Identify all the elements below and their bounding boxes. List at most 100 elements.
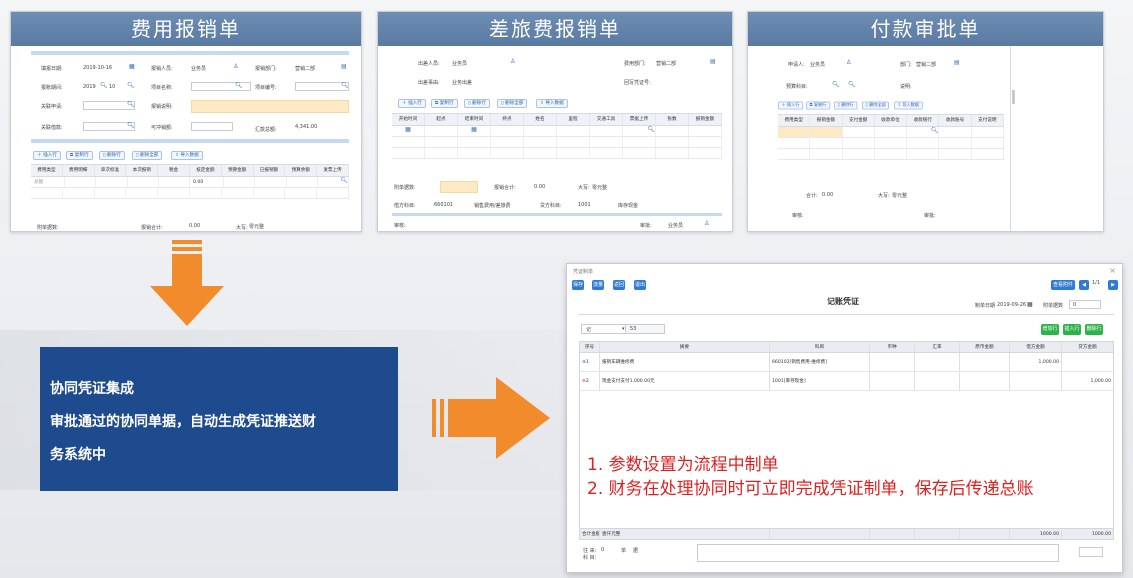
credit-code[interactable]: 1001	[578, 202, 591, 208]
column-header: 终点	[491, 114, 524, 125]
person-icon[interactable]: ♙	[510, 58, 515, 65]
exit-button[interactable]: 退出	[634, 280, 646, 290]
subject-cell[interactable]: 1001[库存现金]	[770, 372, 870, 390]
table-row[interactable]	[392, 137, 722, 148]
import-data-button[interactable]: ⇪ 导入数据	[536, 99, 568, 108]
search-icon[interactable]: 🔍︎	[100, 82, 108, 89]
table-cell[interactable]	[159, 177, 191, 187]
description-input[interactable]	[191, 100, 349, 113]
table-cell[interactable]	[96, 177, 128, 187]
dept-value[interactable]: 营销二部	[656, 60, 676, 67]
delete-row-button[interactable]: ▯ 删除行	[834, 101, 858, 110]
save-button[interactable]: 保存	[572, 280, 584, 290]
copy-row-button[interactable]: ⧉ 复制行	[806, 101, 830, 110]
debit-code[interactable]: 660101	[434, 202, 453, 208]
delete-all-button[interactable]: ▯ 删除全部	[132, 151, 163, 160]
person-icon[interactable]: ♙	[704, 220, 709, 227]
dept-picker-icon[interactable]: ▤	[954, 59, 960, 66]
table-cell[interactable]	[224, 177, 256, 187]
table-cell[interactable]: 总额	[31, 177, 66, 187]
delete-row-button[interactable]: ▯ 删除行	[464, 99, 490, 108]
add-row-button[interactable]: 增加行	[1041, 324, 1059, 335]
table-row[interactable]: 总额 0.00 🔍︎	[31, 177, 350, 188]
upload-icon[interactable]: 🔍︎	[318, 177, 350, 187]
table-row[interactable]: 🔍︎	[778, 127, 1004, 138]
back-button[interactable]: 返回	[613, 280, 625, 290]
fill-date-value[interactable]: 2019-10-16	[83, 65, 112, 71]
search-icon[interactable]: 🔍︎	[848, 81, 856, 88]
insert-row-button[interactable]: ＋ 插入行	[398, 99, 426, 108]
table-cell[interactable]	[287, 177, 318, 187]
delete-all-button[interactable]: ▯ 删除全部	[862, 101, 890, 110]
scrollbar[interactable]	[1012, 90, 1015, 104]
delete-row-button[interactable]: ▯ 删除行	[99, 151, 125, 160]
copy-row-button[interactable]: ⧉ 复制行	[66, 151, 93, 160]
attach-count-input[interactable]	[440, 181, 478, 193]
offset-input[interactable]	[191, 122, 233, 131]
summary-cell[interactable]: 现金支付支付1,000.00元	[600, 372, 770, 390]
delete-row-button[interactable]: 删除行	[1085, 324, 1103, 335]
insert-row-button[interactable]: ＋ 插入行	[33, 151, 61, 160]
search-icon[interactable]: 🔍︎	[127, 82, 135, 89]
small-button[interactable]	[1079, 547, 1103, 557]
person-icon[interactable]: ♙	[233, 63, 238, 70]
search-icon[interactable]: 🔍︎	[907, 127, 940, 137]
search-icon[interactable]: 🔍︎	[127, 122, 135, 129]
down-arrow-icon	[150, 240, 224, 326]
date-value[interactable]: 2019-09-26	[997, 302, 1026, 308]
next-page-button[interactable]: ▶	[1108, 280, 1118, 290]
upload-icon[interactable]: 🔍︎	[623, 126, 656, 136]
import-data-button[interactable]: ⇪ 导入数据	[171, 151, 203, 160]
table-row[interactable]	[778, 149, 1004, 160]
search-icon[interactable]: 🔍︎	[832, 81, 840, 88]
upper-value: 零元整	[592, 185, 608, 191]
dept-picker-icon[interactable]: ▤	[341, 63, 347, 70]
period-year[interactable]: 2019	[83, 84, 96, 90]
table-row[interactable]: ⊕1 报销车辆维修费 660102[销售费用-维修费] 1,000.00	[580, 353, 1113, 372]
table-cell[interactable]	[128, 177, 159, 187]
remark-input[interactable]	[697, 544, 1059, 562]
column-header: 本次报销	[126, 165, 159, 176]
calendar-icon[interactable]: ▦	[392, 126, 425, 136]
insert-row-button[interactable]: 插入行	[1063, 324, 1081, 335]
copy-row-button[interactable]: ⧉ 复制行	[431, 99, 458, 108]
credit-cell[interactable]: 1,000.00	[1062, 372, 1113, 390]
dept-value[interactable]: 营销二部	[916, 61, 936, 68]
import-data-button[interactable]: ⇪ 导入数据	[894, 101, 923, 110]
dept-value[interactable]: 营销二部	[295, 65, 315, 72]
debit-cell[interactable]	[1010, 372, 1062, 390]
table-row[interactable]: ⊖2 现金支付支付1,000.00元 1001[库存现金] 1,000.00	[580, 372, 1113, 391]
traveler-value[interactable]: 业务员	[452, 60, 467, 67]
calendar-icon[interactable]: ▦	[458, 126, 491, 136]
table-cell[interactable]	[65, 177, 97, 187]
reimburser-value[interactable]: 业务员	[191, 65, 206, 72]
calendar-icon[interactable]: ▦	[129, 63, 135, 70]
search-icon[interactable]: 🔍︎	[235, 82, 243, 89]
prev-page-button[interactable]: ◀	[1079, 280, 1089, 290]
table-row[interactable]	[31, 188, 349, 199]
view-attachment-button[interactable]: 查看附件	[1051, 280, 1075, 290]
applicant-value[interactable]: 业务员	[810, 61, 825, 68]
subject-cell[interactable]: 660102[销售费用-维修费]	[770, 353, 870, 371]
attach-input[interactable]: 0	[1069, 300, 1101, 309]
calendar-icon[interactable]: ▦	[1027, 301, 1033, 308]
search-icon[interactable]: 🔍︎	[341, 82, 349, 89]
search-icon[interactable]: 🔍︎	[127, 101, 135, 108]
period-num[interactable]: 10	[109, 84, 115, 90]
reason-value[interactable]: 业务出差	[452, 79, 472, 86]
voucher-number-input[interactable]: 53	[625, 324, 665, 334]
close-icon[interactable]: ×	[1109, 266, 1116, 275]
flow-button[interactable]: 流量	[592, 280, 604, 290]
table-row[interactable]	[392, 148, 722, 159]
debit-cell[interactable]: 1,000.00	[1010, 353, 1062, 371]
table-cell[interactable]	[255, 177, 287, 187]
table-row[interactable]	[778, 138, 1004, 149]
person-icon[interactable]: ♙	[846, 59, 851, 66]
summary-cell[interactable]: 报销车辆维修费	[600, 353, 770, 371]
insert-row-button[interactable]: ＋ 插入行	[778, 101, 804, 110]
table-row[interactable]: ▦ ▦ 🔍︎	[392, 126, 722, 137]
dept-picker-icon[interactable]: ▤	[710, 58, 716, 65]
table-cell[interactable]: 0.00	[190, 177, 225, 187]
delete-all-button[interactable]: ▯ 删除全部	[497, 99, 528, 108]
credit-cell[interactable]	[1062, 353, 1113, 371]
